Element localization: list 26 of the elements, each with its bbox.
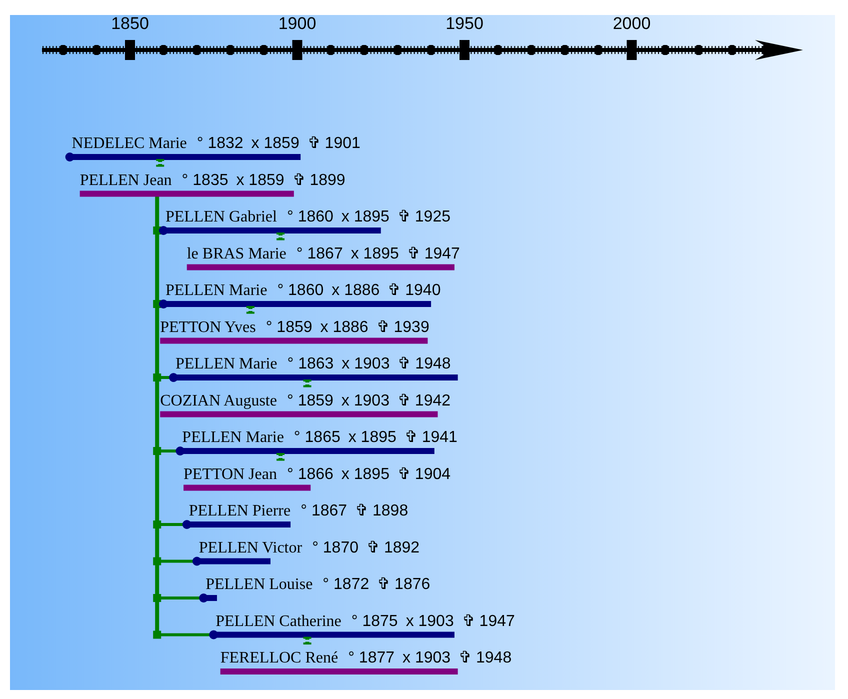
person-label: PELLEN Pierre ° 1867 ✞ 1898	[188, 502, 408, 520]
marriage-link	[156, 159, 164, 167]
person-label: PELLEN Marie ° 1863 x 1903 ✞ 1948	[175, 356, 451, 372]
person-label: PELLEN Catherine ° 1875 x 1903 ✞ 1947	[216, 612, 515, 630]
person-label: PETTON Jean ° 1866 x 1895 ✞ 1904	[184, 466, 451, 483]
person-label: PELLEN Marie ° 1865 x 1895 ✞ 1941	[182, 429, 458, 446]
person-label: PELLEN Louise ° 1872 ✞ 1876	[206, 576, 430, 593]
person-label: COZIAN Auguste ° 1859 x 1903 ✞ 1942	[160, 392, 451, 410]
year-label: 1850	[111, 14, 149, 33]
person-label: le BRAS Marie ° 1867 x 1895 ✞ 1947	[186, 245, 460, 262]
person-label: PELLEN Marie ° 1860 x 1886 ✞ 1940	[165, 282, 441, 299]
person-label: NEDELEC Marie ° 1832 x 1859 ✞ 1901	[72, 135, 360, 152]
person-label: PETTON Yves ° 1859 x 1886 ✞ 1939	[160, 318, 430, 336]
year-label: 1900	[278, 14, 316, 33]
lifespan-bar	[199, 594, 217, 602]
marriage-link	[276, 232, 285, 240]
person-label: FERELLOC René ° 1877 x 1903 ✞ 1948	[220, 650, 512, 666]
marriage-link	[276, 453, 285, 461]
marriage-link	[303, 636, 312, 644]
year-label: 2000	[612, 14, 651, 33]
year-label: 1950	[446, 14, 484, 33]
person-label: PELLEN Gabriel ° 1860 x 1895 ✞ 1925	[165, 208, 451, 226]
marriage-link	[303, 380, 312, 388]
person-label: PELLEN Jean ° 1835 x 1859 ✞ 1899	[80, 172, 346, 189]
marriage-link	[246, 306, 254, 314]
person-label: PELLEN Victor ° 1870 ✞ 1892	[198, 539, 420, 556]
